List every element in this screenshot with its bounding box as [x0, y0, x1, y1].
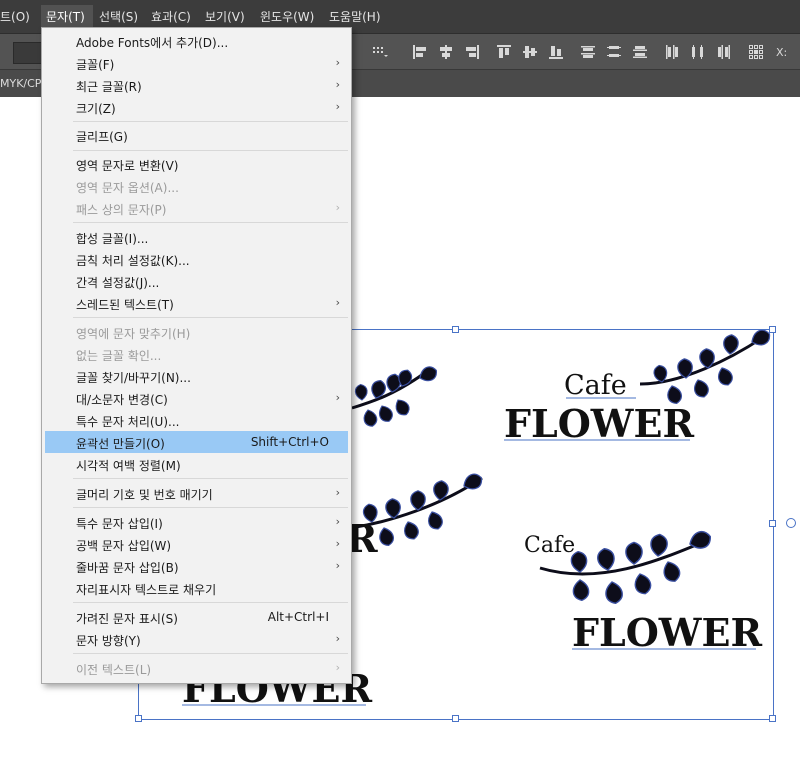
menu-item-smart-punctuation[interactable]: 특수 문자 처리(U)...: [45, 409, 348, 431]
menu-item-glyphs[interactable]: 글리프(G): [45, 124, 348, 146]
menu-item-type-on-path[interactable]: 패스 상의 문자(P) ›: [45, 197, 348, 219]
chevron-right-icon: ›: [335, 537, 340, 550]
menu-separator: [73, 317, 348, 318]
menu-item-insert-whitespace[interactable]: 공백 문자 삽입(W) ›: [45, 533, 348, 555]
menu-separator: [73, 507, 348, 508]
chevron-right-icon: ›: [335, 391, 340, 404]
menu-item-fill-placeholder-text[interactable]: 자리표시자 텍스트로 채우기: [45, 577, 348, 599]
type-menu-dropdown: Adobe Fonts에서 추가(D)... 글꼴(F) › 최근 글꼴(R) › …: [41, 27, 352, 684]
menu-item-size[interactable]: 크기(Z) ›: [45, 96, 348, 118]
chevron-right-icon: ›: [335, 78, 340, 91]
menu-item-add-adobe-fonts[interactable]: Adobe Fonts에서 추가(D)...: [45, 30, 348, 52]
resize-handle-bottom-left[interactable]: [135, 715, 142, 722]
menu-item-mojikumi-settings[interactable]: 간격 설정값(J)...: [45, 270, 348, 292]
menu-item-area-type-options[interactable]: 영역 문자 옵션(A)...: [45, 175, 348, 197]
chevron-right-icon: ›: [335, 632, 340, 645]
resize-handle-top[interactable]: [452, 326, 459, 333]
menu-item-font[interactable]: 글꼴(F) ›: [45, 52, 348, 74]
chevron-right-icon: ›: [335, 515, 340, 528]
menu-item-kinsoku-settings[interactable]: 금칙 처리 설정값(K)...: [45, 248, 348, 270]
menu-item-change-case[interactable]: 대/소문자 변경(C) ›: [45, 387, 348, 409]
menu-separator: [73, 150, 348, 151]
menu-item-fit-headline[interactable]: 영역에 문자 맞추기(H): [45, 321, 348, 343]
menu-item-convert-area-type[interactable]: 영역 문자로 변환(V): [45, 153, 348, 175]
menu-item-resolve-missing-fonts[interactable]: 없는 글꼴 확인...: [45, 343, 348, 365]
menu-separator: [73, 121, 348, 122]
menu-separator: [73, 478, 348, 479]
chevron-right-icon: ›: [335, 486, 340, 499]
shortcut-text: Shift+Ctrl+O: [250, 435, 329, 449]
menu-item-threaded-text[interactable]: 스레드된 텍스트(T) ›: [45, 292, 348, 314]
resize-handle-bottom[interactable]: [452, 715, 459, 722]
resize-handle-bottom-right[interactable]: [769, 715, 776, 722]
chevron-right-icon: ›: [335, 56, 340, 69]
menu-item-legacy-text[interactable]: 이전 텍스트(L) ›: [45, 657, 348, 679]
chevron-right-icon: ›: [335, 201, 340, 214]
chevron-right-icon: ›: [335, 661, 340, 674]
menu-item-composite-fonts[interactable]: 합성 글꼴(I)...: [45, 226, 348, 248]
menu-item-insert-special-character[interactable]: 특수 문자 삽입(I) ›: [45, 511, 348, 533]
menu-item-type-orientation[interactable]: 문자 방향(Y) ›: [45, 628, 348, 650]
resize-handle-right[interactable]: [769, 520, 776, 527]
rotate-handle[interactable]: [786, 518, 796, 528]
menu-separator: [73, 602, 348, 603]
shortcut-text: Alt+Ctrl+I: [267, 610, 329, 624]
menu-item-show-hidden-characters[interactable]: 가려진 문자 표시(S) Alt+Ctrl+I: [45, 606, 348, 628]
menu-separator: [73, 653, 348, 654]
menu-separator: [73, 222, 348, 223]
menu-item-create-outlines[interactable]: 윤곽선 만들기(O) Shift+Ctrl+O: [45, 431, 348, 453]
chevron-right-icon: ›: [335, 296, 340, 309]
resize-handle-top-right[interactable]: [769, 326, 776, 333]
menu-item-optical-margin-alignment[interactable]: 시각적 여백 정렬(M): [45, 453, 348, 475]
menu-item-find-replace-font[interactable]: 글꼴 찾기/바꾸기(N)...: [45, 365, 348, 387]
menu-item-recent-fonts[interactable]: 최근 글꼴(R) ›: [45, 74, 348, 96]
chevron-right-icon: ›: [335, 100, 340, 113]
menu-item-bullets-numbering[interactable]: 글머리 기호 및 번호 매기기 ›: [45, 482, 348, 504]
chevron-right-icon: ›: [335, 559, 340, 572]
menu-item-insert-break[interactable]: 줄바꿈 문자 삽입(B) ›: [45, 555, 348, 577]
